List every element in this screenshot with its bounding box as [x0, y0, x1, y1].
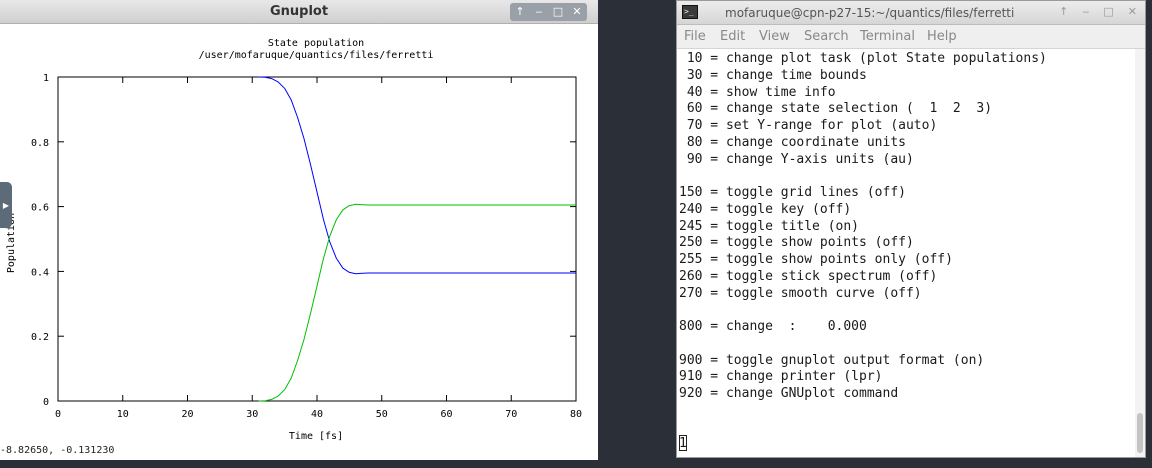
menu-view[interactable]: View — [759, 29, 790, 44]
menu-search[interactable]: Search — [804, 29, 849, 44]
terminal-icon: >_ — [682, 5, 698, 19]
terminal-cursor — [679, 435, 687, 451]
x-tick-label: 60 — [440, 409, 452, 420]
plot-area[interactable]: State population /user/mofaruque/quantic… — [0, 25, 598, 445]
maximize-icon[interactable]: □ — [552, 3, 564, 21]
x-tick-label: 80 — [570, 409, 582, 420]
terminal-line: 250 = toggle show points (off) — [679, 235, 914, 251]
terminal-scrollbar[interactable] — [1135, 49, 1145, 457]
axes: 0 10 20 30 40 50 60 70 80 0 0.2 0.4 0.6 0.8 1 — [31, 73, 582, 420]
terminal-menubar: File Edit View Search Terminal Help — [677, 25, 1145, 49]
scrollbar-thumb[interactable] — [1137, 413, 1143, 453]
terminal-window: >_ mofaruque@cpn-p27-15:~/quantics/files… — [676, 0, 1146, 458]
terminal-line: 60 = change state selection ( 1 2 3) — [679, 101, 993, 117]
menu-edit[interactable]: Edit — [720, 29, 745, 44]
y-tick-label: 0.6 — [31, 203, 49, 214]
close-icon[interactable]: ✕ — [571, 3, 583, 21]
terminal-line: 900 = toggle gnuplot output format (on) — [679, 352, 985, 368]
terminal-line: 150 = toggle grid lines (off) — [679, 185, 906, 200]
series-line-1 — [258, 76, 576, 275]
y-tick-label: 0.4 — [31, 267, 49, 278]
terminal-line: 90 = change Y-axis units (au) — [679, 151, 914, 167]
series-line-2 — [258, 203, 576, 402]
y-tick-label: 0 — [43, 397, 49, 408]
gnuplot-window-controls: ↑ ‒ □ ✕ — [510, 3, 587, 21]
x-axis-label: Time [fs] — [289, 431, 343, 442]
x-tick-label: 20 — [181, 409, 193, 420]
terminal-line: 910 = change printer (lpr) — [679, 369, 883, 385]
terminal-window-title: mofaruque@cpn-p27-15:~/quantics/files/fe… — [725, 6, 1015, 20]
terminal-titlebar[interactable]: >_ mofaruque@cpn-p27-15:~/quantics/files… — [677, 1, 1145, 25]
terminal-output[interactable]: 10 = change plot task (plot State popula… — [677, 49, 1135, 457]
gnuplot-statusbar: -8.82650, -0.131230 — [0, 445, 598, 460]
x-tick-label: 10 — [117, 409, 129, 420]
terminal-line: 245 = toggle title (on) — [679, 218, 860, 234]
state-population-chart: State population /user/mofaruque/quantic… — [6, 38, 582, 442]
terminal-line: 30 = change time bounds — [679, 67, 867, 83]
minimize-icon[interactable]: ‒ — [533, 3, 545, 21]
minimize-icon[interactable]: ‒ — [1082, 5, 1089, 19]
menu-help[interactable]: Help — [927, 29, 957, 44]
x-tick-label: 0 — [55, 409, 61, 420]
terminal-line: 40 = show time info — [679, 84, 836, 100]
terminal-line: 80 = change coordinate units — [679, 134, 906, 150]
chart-title-line-2: /user/mofaruque/quantics/files/ferretti — [199, 50, 434, 61]
play-icon: ▶ — [2, 200, 10, 210]
y-tick-label: 0.8 — [31, 138, 49, 149]
gnuplot-titlebar[interactable]: Gnuplot ↑ ‒ □ ✕ — [0, 0, 598, 24]
x-tick-label: 50 — [376, 409, 388, 420]
raise-icon[interactable]: ↑ — [1059, 5, 1068, 19]
x-tick-label: 40 — [311, 409, 323, 420]
raise-icon[interactable]: ↑ — [514, 3, 526, 21]
menu-terminal[interactable]: Terminal — [860, 29, 915, 44]
terminal-line: 240 = toggle key (off) — [679, 201, 852, 217]
chart-title-line-1: State population — [268, 38, 364, 49]
series-lines — [258, 76, 576, 402]
side-panel-tab[interactable]: ▶ — [0, 182, 12, 228]
terminal-line: 70 = set Y-range for plot (auto) — [679, 118, 938, 133]
terminal-line: 920 = change GNUplot command — [679, 386, 899, 401]
mouse-coordinates: -8.82650, -0.131230 — [0, 445, 115, 456]
x-tick-label: 30 — [246, 409, 258, 420]
gnuplot-window-title: Gnuplot — [269, 4, 329, 19]
terminal-line: 800 = change : 0.000 — [679, 319, 867, 334]
terminal-line: 255 = toggle show points only (off) — [679, 252, 953, 267]
y-tick-label: 0.2 — [31, 332, 49, 343]
plot-frame — [57, 76, 577, 402]
terminal-line: 260 = toggle stick spectrum (off) — [679, 268, 938, 284]
terminal-line: 10 = change plot task (plot State popula… — [679, 51, 1047, 66]
menu-file[interactable]: File — [684, 29, 706, 44]
gnuplot-window: Gnuplot ↑ ‒ □ ✕ State population /user/m… — [0, 0, 598, 460]
x-tick-label: 70 — [505, 409, 517, 420]
terminal-line: 270 = toggle smooth curve (off) — [679, 285, 922, 301]
close-icon[interactable]: ✕ — [1128, 5, 1137, 19]
maximize-icon[interactable]: □ — [1103, 5, 1113, 19]
terminal-window-controls: ↑ ‒ □ ✕ — [1059, 5, 1137, 19]
y-tick-label: 1 — [43, 73, 49, 84]
